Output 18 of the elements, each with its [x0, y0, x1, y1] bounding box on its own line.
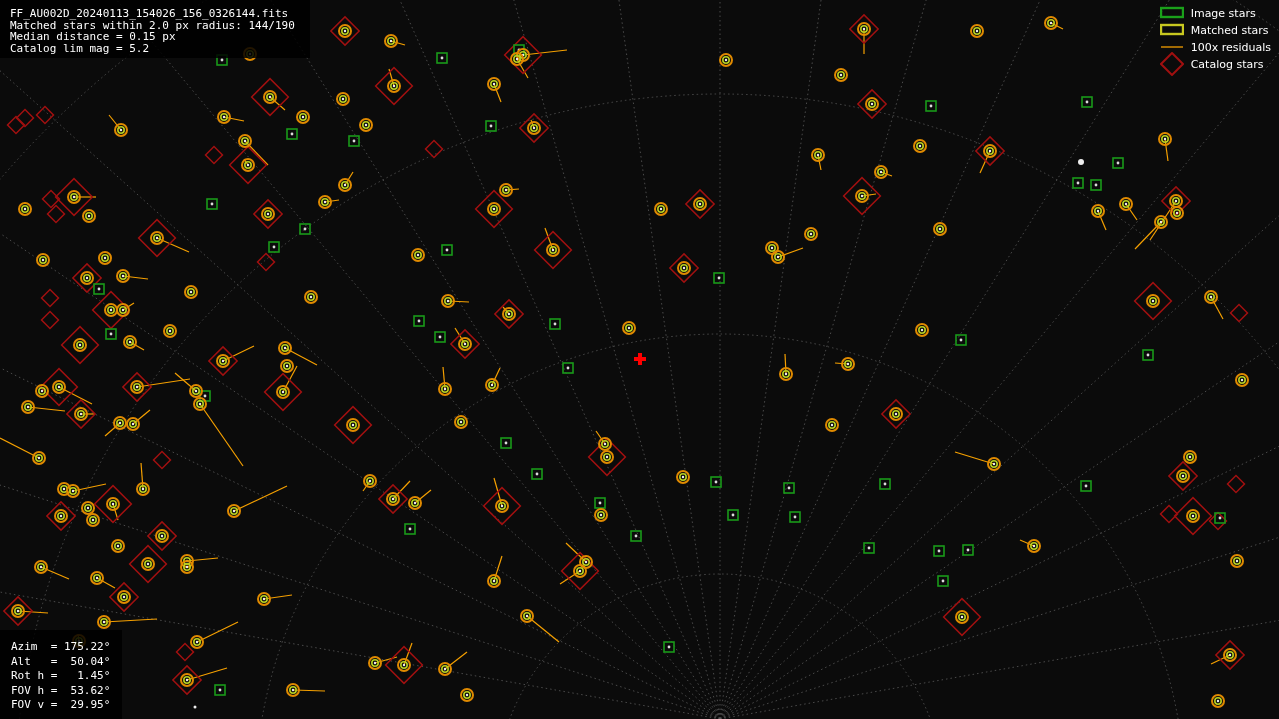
- info-line: FF_AU002D_20240113_154026_156_0326144.fits: [10, 8, 290, 20]
- legend-label: Image stars: [1190, 6, 1256, 20]
- pointing-line: FOV h = 53.62°: [11, 683, 112, 698]
- pointing-line: Rot h = 1.45°: [11, 669, 112, 684]
- legend-label: Matched stars: [1190, 23, 1269, 37]
- cross-icon: [634, 353, 646, 365]
- legend-label: Catalog stars: [1190, 57, 1264, 71]
- image-star-icon: [1159, 5, 1184, 21]
- catalog-star-icon: [1159, 52, 1184, 76]
- info-line: Catalog lim mag = 5.2: [10, 42, 151, 54]
- matched-star-icon: [1159, 22, 1184, 38]
- legend-label: 100x residuals: [1190, 40, 1271, 54]
- info-line: Matched stars within 2.0 px radius: 144/190: [10, 19, 296, 31]
- pointing-line: FOV v = 29.95°: [11, 698, 112, 713]
- residual-line-icon: [1159, 46, 1184, 48]
- pointing-line: Azim = 175.22°: [11, 640, 112, 655]
- pointing-line: Alt = 50.04°: [11, 654, 112, 669]
- info-line: Median distance = 0.15 px: [10, 31, 176, 43]
